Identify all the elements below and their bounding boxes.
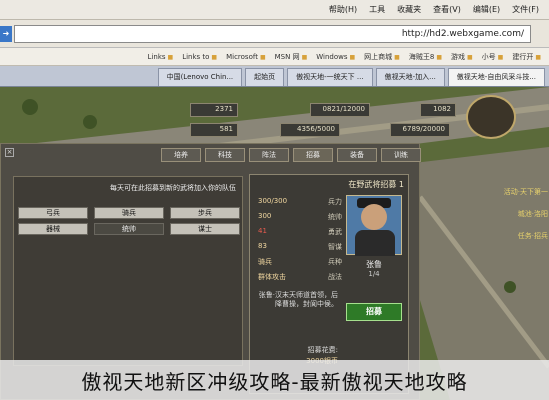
option-button[interactable]: 统帅 [94, 223, 164, 235]
food-stat: 0821/12000 [310, 103, 370, 117]
bookmark-item[interactable]: Microsoft [226, 53, 266, 61]
side-note[interactable]: 任务·招兵 [420, 231, 548, 241]
stat-value: 群体攻击 [258, 273, 286, 281]
stat-label: 兵种 [328, 258, 342, 266]
stat-label: 战法 [328, 273, 342, 281]
wood-stat: 4356/5000 [280, 123, 340, 137]
address-input[interactable] [14, 25, 531, 43]
stat-value: 300 [258, 212, 272, 220]
option-button[interactable]: 器械 [18, 223, 88, 235]
hero-card-title: 在野武将招募 1 [348, 180, 404, 189]
tab-train[interactable]: 训练 [381, 148, 421, 162]
menu-bar: 帮助(H) 工具 收藏夹 查看(V) 编辑(E) 文件(F) [0, 0, 549, 20]
stat-value: 83 [258, 242, 267, 250]
bookmark-item[interactable]: MSN 网 [275, 52, 308, 62]
menu-tools[interactable]: 工具 [369, 4, 385, 15]
panel-tabs: 训练 装备 招募 阵法 科技 培养 [161, 148, 421, 162]
close-icon[interactable]: × [5, 148, 14, 157]
go-icon[interactable]: ➜ [0, 26, 12, 42]
bookmark-item[interactable]: Windows [316, 53, 355, 61]
hero-name: 张鲁 [366, 260, 382, 269]
menu-edit[interactable]: 编辑(E) [473, 4, 500, 15]
option-button[interactable]: 谋士 [170, 223, 240, 235]
stat-label: 统帅 [328, 213, 342, 221]
hero-stats: 300/300 兵力 300 统帅 41 勇武 83 智谋 骑兵 兵种 群体攻击 战法 [258, 197, 342, 287]
option-button[interactable]: 骑兵 [94, 207, 164, 219]
bookmark-item[interactable]: 小号 [482, 52, 504, 62]
city-icon[interactable] [466, 95, 516, 139]
browser-tabs: 中国(Lenovo Chin... 起始页 傲视天地-一统天下 ... 傲视天地… [0, 66, 549, 87]
address-row: ➜ [0, 20, 549, 48]
menu-help[interactable]: 帮助(H) [329, 4, 357, 15]
side-note[interactable]: 城池·洛阳 [420, 209, 548, 219]
stat-value: 骑兵 [258, 258, 272, 266]
bookmark-item[interactable]: Links [148, 53, 174, 61]
browser-tab[interactable]: 起始页 [245, 68, 285, 86]
game-viewport[interactable]: 1082 0821/12000 2371 6789/20000 4356/500… [0, 87, 549, 400]
browser-tab[interactable]: 傲视天地-一统天下 ... [287, 68, 373, 86]
tab-equip[interactable]: 装备 [337, 148, 377, 162]
side-note[interactable]: 活动·天下第一 [420, 187, 548, 197]
gold-stat: 1082 [420, 103, 456, 117]
tab-tech[interactable]: 科技 [205, 148, 245, 162]
hero-description: 张鲁·汉末天师道首领，后降曹操，封阆中侯。 [258, 291, 338, 308]
bookmark-item[interactable]: 游戏 [451, 52, 473, 62]
stat-label: 智谋 [328, 243, 342, 251]
tab-cultivate[interactable]: 培养 [161, 148, 201, 162]
recruit-info-area: 每天可在此招募到新的武将加入你的队伍 步兵 骑兵 弓兵 谋士 统帅 器械 [13, 176, 243, 366]
article-caption: 傲视天地新区冲级攻略-最新傲视天地攻略 [0, 360, 549, 400]
browser-tab[interactable]: 傲视天地-加入... [375, 68, 445, 86]
bookmarks-bar: Links Links to Microsoft MSN 网 Windows 网… [0, 48, 549, 66]
tab-formation[interactable]: 阵法 [249, 148, 289, 162]
bookmark-item[interactable]: Links to [182, 53, 217, 61]
stat-label: 勇武 [328, 228, 342, 236]
hero-portrait [346, 195, 402, 256]
rank-stat: 581 [190, 123, 238, 137]
menu-file[interactable]: 文件(F) [512, 4, 539, 15]
menu-view[interactable]: 查看(V) [433, 4, 461, 15]
stat-value: 41 [258, 227, 267, 235]
recruit-button[interactable]: 招募 [346, 303, 402, 321]
option-button[interactable]: 弓兵 [18, 207, 88, 219]
bookmark-item[interactable]: 网上商城 [364, 52, 400, 62]
browser-tab[interactable]: 中国(Lenovo Chin... [157, 68, 243, 86]
troops-stat: 2371 [190, 103, 238, 117]
hero-level: 1/4 [368, 270, 380, 278]
silver-stat: 6789/20000 [390, 123, 450, 137]
bookmark-item[interactable]: 建行开 [512, 52, 541, 62]
browser-tab-active[interactable]: 傲视天地-自由风采斗技... [447, 68, 545, 86]
info-line: 每天可在此招募到新的武将加入你的队伍 [110, 184, 236, 192]
stat-value: 300/300 [258, 197, 288, 205]
side-notes: 活动·天下第一 城池·洛阳 任务·招兵 [420, 187, 548, 253]
menu-favorites[interactable]: 收藏夹 [397, 4, 421, 15]
option-button[interactable]: 步兵 [170, 207, 240, 219]
bookmark-item[interactable]: 海贼王8 [409, 52, 442, 62]
cost-label: 招募花费: [307, 346, 338, 354]
tab-recruit[interactable]: 招募 [293, 148, 333, 162]
stat-label: 兵力 [328, 198, 342, 206]
